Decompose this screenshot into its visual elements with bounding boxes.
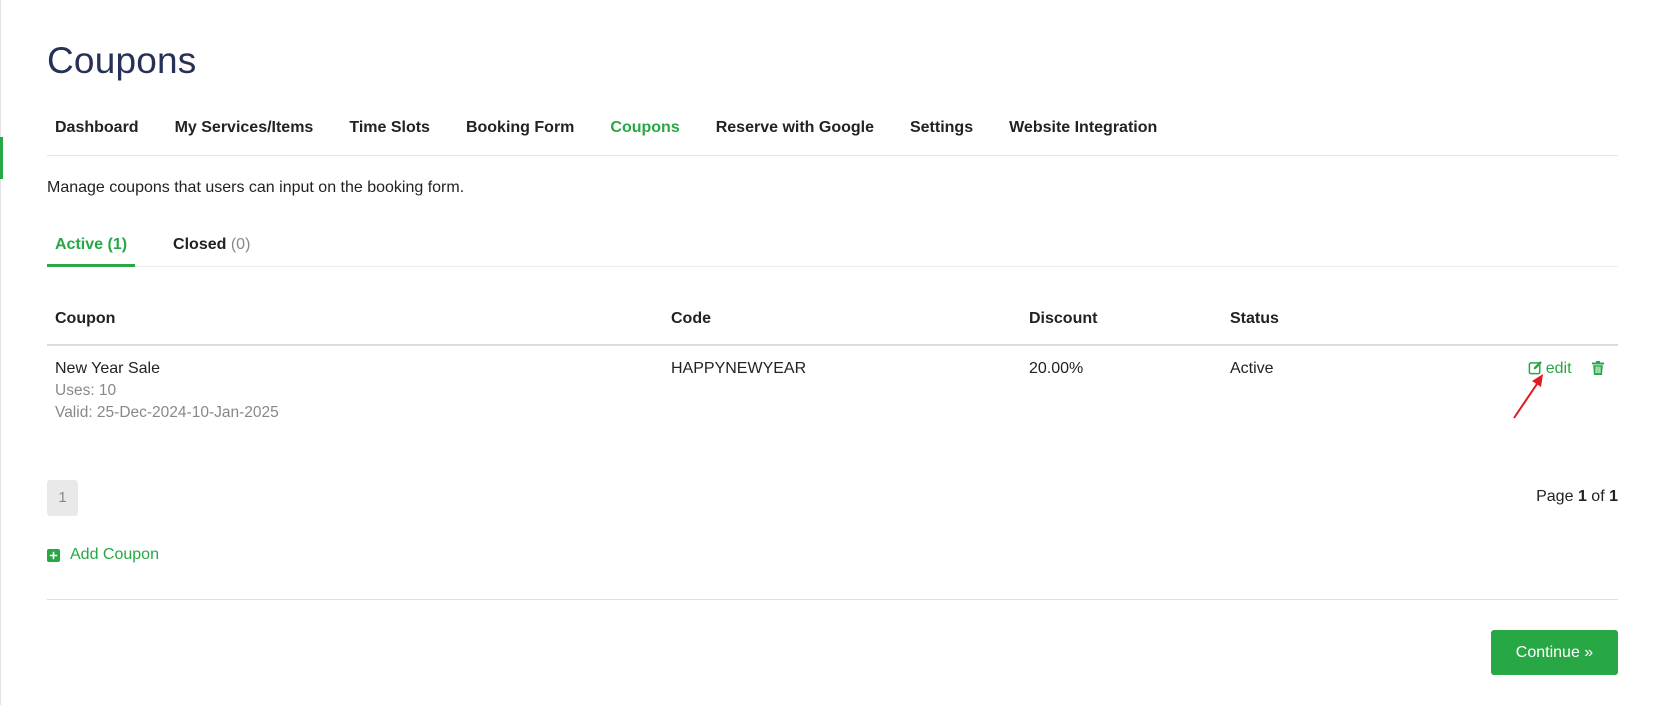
row-actions: edit [1488,345,1618,446]
nav-item-time-slots[interactable]: Time Slots [341,105,438,137]
plus-square-icon [47,548,60,562]
add-coupon-button[interactable]: Add Coupon [47,546,159,564]
nav-item-website-integration[interactable]: Website Integration [1001,105,1165,137]
bottom-divider [47,599,1618,600]
page-description: Manage coupons that users can input on t… [47,179,465,196]
main-nav: Dashboard My Services/Items Time Slots B… [47,105,1618,156]
delete-button[interactable] [1592,361,1604,380]
page-indicator: Page 1 of 1 [1536,488,1618,506]
tab-active-count: (1) [107,236,128,253]
page-indicator-total: 1 [1609,488,1618,505]
coupon-status: Active [1230,360,1274,377]
trash-icon [1592,361,1604,375]
continue-button[interactable]: Continue » [1491,630,1618,675]
coupons-table: Coupon Code Discount Status New Year Sal… [47,296,1618,446]
nav-item-my-services[interactable]: My Services/Items [167,105,322,137]
table-header-row: Coupon Code Discount Status [47,296,1618,346]
pagination-page-1-button[interactable]: 1 [47,480,78,516]
header-code: Code [663,296,1021,346]
coupon-cell: New Year Sale Uses: 10 Valid: 25-Dec-202… [47,345,663,446]
nav-item-dashboard[interactable]: Dashboard [47,105,147,137]
coupon-discount: 20.00% [1029,360,1084,377]
page-indicator-of-label: of [1591,488,1605,505]
coupon-name: New Year Sale [55,360,160,377]
coupon-uses: Uses: 10 [55,382,117,399]
header-actions [1488,296,1618,346]
nav-item-booking-form[interactable]: Booking Form [458,105,582,137]
header-discount: Discount [1021,296,1222,346]
tab-closed-count: (0) [230,236,251,253]
page-indicator-current: 1 [1577,488,1587,505]
red-arrow-icon [1513,374,1543,419]
coupon-valid-dates: Valid: 25-Dec-2024-10-Jan-2025 [55,404,279,421]
tab-active-label: Active [55,236,104,253]
nav-item-reserve-with-google[interactable]: Reserve with Google [708,105,882,137]
add-coupon-label: Add Coupon [70,546,159,563]
left-accent-bar [0,137,3,179]
coupon-status-tabs: Active (1) Closed (0) [47,228,1618,267]
coupon-code: HAPPYNEWYEAR [671,360,807,377]
tab-closed[interactable]: Closed (0) [165,228,258,264]
page-indicator-page-label: Page [1536,488,1574,505]
header-coupon: Coupon [47,296,663,346]
page-title: Coupons [47,40,197,81]
table-row: New Year Sale Uses: 10 Valid: 25-Dec-202… [47,345,1618,446]
nav-item-coupons[interactable]: Coupons [602,105,687,137]
header-status: Status [1222,296,1488,346]
nav-item-settings[interactable]: Settings [902,105,981,137]
tab-active[interactable]: Active (1) [47,228,136,267]
left-border [0,0,1,705]
tab-closed-label: Closed [173,236,227,253]
